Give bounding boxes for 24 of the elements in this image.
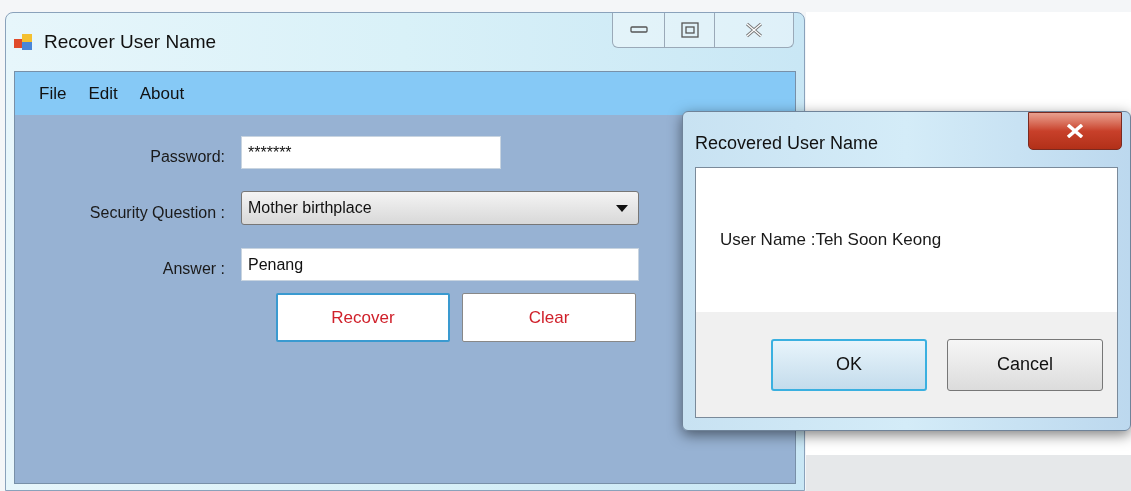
- menu-item[interactable]: File: [29, 80, 77, 107]
- menu-item[interactable]: About: [129, 80, 195, 107]
- form-button[interactable]: Clear: [462, 293, 636, 342]
- dialog-title: Recovered User Name: [695, 132, 879, 155]
- dialog-button[interactable]: Cancel: [947, 338, 1103, 391]
- question-dropdown[interactable]: Mother birthplace: [241, 191, 639, 225]
- input-field[interactable]: Penang: [241, 247, 639, 281]
- dialog-button[interactable]: OK: [771, 338, 927, 391]
- app-icon: [14, 33, 34, 51]
- menu-item[interactable]: Edit: [78, 80, 128, 107]
- dropdown-arrow-icon: [616, 204, 628, 212]
- dialog-message: User Name :Teh Soon Keong: [720, 229, 942, 252]
- window-title: Recover User Name: [44, 29, 217, 54]
- close-icon: [1066, 124, 1084, 138]
- maximize-icon: [680, 22, 699, 38]
- field-label: Password:: [149, 147, 225, 167]
- close-button[interactable]: [1028, 112, 1122, 150]
- form-button[interactable]: Recover: [276, 293, 450, 342]
- close-icon: [745, 22, 763, 38]
- dropdown-value: Mother birthplace: [248, 198, 372, 218]
- minimize-icon: [629, 26, 648, 34]
- input-field[interactable]: *******: [241, 135, 501, 169]
- field-label: Answer :: [161, 259, 225, 279]
- field-label: Security Question :: [88, 203, 225, 223]
